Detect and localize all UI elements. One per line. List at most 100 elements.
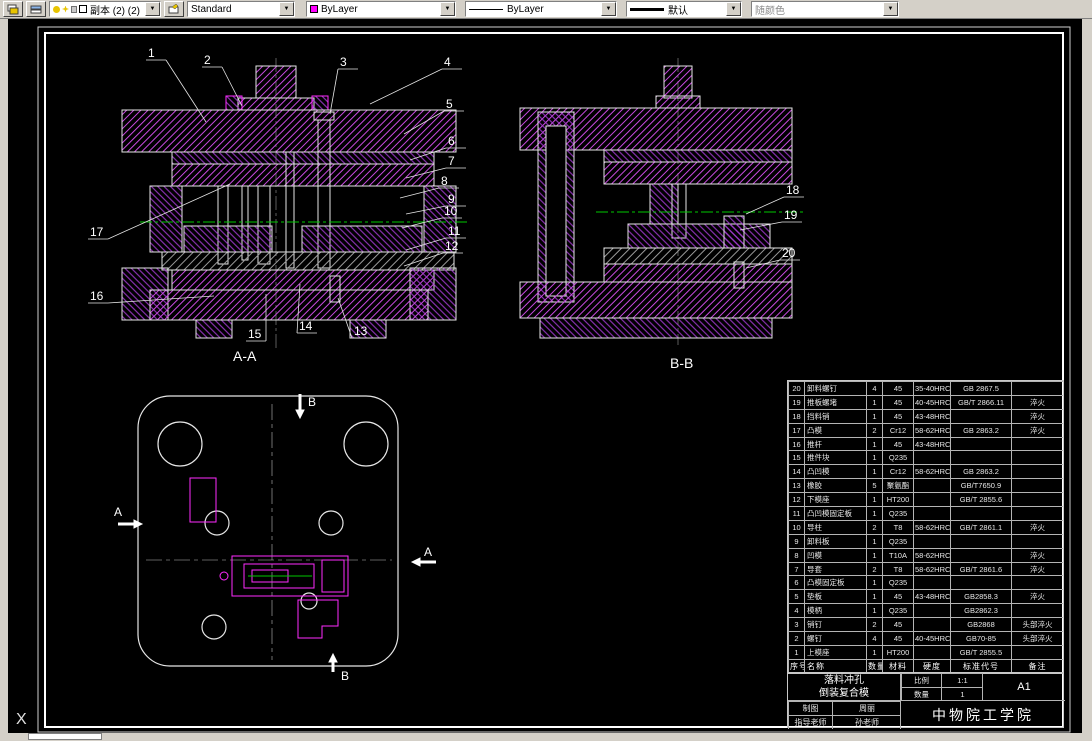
bom-cell: 推板螺堵: [804, 394, 866, 409]
bom-cell: Q235: [882, 450, 913, 465]
chevron-down-icon[interactable]: ▼: [145, 2, 160, 16]
bom-cell: HT200: [882, 492, 913, 507]
bom-cell: [1011, 478, 1063, 493]
bom-cell: 8: [788, 547, 804, 562]
bom-cell: 聚氨酯: [882, 478, 913, 493]
bom-cell: 45: [882, 408, 913, 423]
bom-header-cell: 名称: [804, 658, 866, 673]
bom-cell: 45: [882, 436, 913, 451]
current-color-swatch: [310, 5, 318, 13]
bom-cell: 2: [788, 631, 804, 645]
bom-cell: 凸模: [804, 422, 866, 437]
bom-cell: 40-45HRC: [913, 394, 950, 409]
plot-style-combo: 随颜色 ▼: [751, 1, 899, 17]
view-plan: [137, 395, 399, 667]
bom-cell: 1: [866, 450, 882, 465]
view-section-aa: [121, 58, 468, 348]
bom-cell: 1: [866, 603, 882, 618]
bom-cell: [950, 547, 1011, 562]
callout-number: 20: [782, 246, 796, 260]
layer-thaw-icon: [62, 5, 69, 13]
bom-cell: GB 2867.5: [950, 381, 1011, 395]
bom-cell: 推件块: [804, 450, 866, 465]
callout-number: 4: [444, 55, 451, 69]
chevron-down-icon[interactable]: ▼: [726, 2, 741, 16]
bom-header-cell: 序号: [788, 658, 804, 673]
bom-header-cell: 备注: [1011, 658, 1063, 673]
layer-lock-icon: [71, 5, 77, 13]
bom-cell: [913, 617, 950, 632]
bom-cell: 43-48HRC: [913, 436, 950, 451]
cad-application-window: 副本 (2) (2) ▼ Standard ▼ ByLayer ▼ ByLaye…: [0, 0, 1092, 741]
bom-header-cell: 硬度: [913, 658, 950, 673]
section-arrows: [118, 394, 436, 672]
drawing-title: 落料冲孔 倒装复合模: [788, 673, 901, 701]
bom-cell: [1011, 644, 1063, 659]
bom-cell: 58-62HRC: [913, 561, 950, 576]
bom-cell: 橡胶: [804, 478, 866, 493]
bom-cell: GB 2863.2: [950, 464, 1011, 479]
chevron-down-icon[interactable]: ▼: [279, 2, 294, 16]
text-style-combo[interactable]: Standard ▼: [187, 1, 295, 17]
make-object-layer-button[interactable]: [164, 1, 184, 17]
callout-number: 1: [148, 46, 155, 60]
bom-cell: [1011, 450, 1063, 465]
bom-cell: [1011, 492, 1063, 507]
bom-cell: 10: [788, 519, 804, 534]
command-input[interactable]: [28, 733, 102, 740]
bom-cell: 淬火: [1011, 589, 1063, 604]
section-arrow-b-bottom-label: B: [341, 669, 349, 683]
bom-cell: 4: [866, 631, 882, 645]
bom-cell: [913, 603, 950, 618]
bom-cell: [1011, 533, 1063, 548]
callout-3: 3: [329, 55, 358, 115]
drafter-value: 周丽: [832, 701, 900, 715]
bom-cell: T10A: [882, 547, 913, 562]
drawing-canvas[interactable]: A-A B-B B B A A 1 2 3 4 5 6 7 8 9 10 11 …: [8, 19, 1082, 733]
layer-properties-button[interactable]: [3, 1, 23, 17]
bom-cell: T8: [882, 519, 913, 534]
layers-icon: [7, 4, 19, 14]
bom-cell: GB/T 2861.1: [950, 519, 1011, 534]
bom-cell: [950, 436, 1011, 451]
bom-cell: 导柱: [804, 519, 866, 534]
callout-number: 13: [354, 324, 368, 338]
bom-cell: 凸凹模固定板: [804, 506, 866, 520]
chevron-down-icon[interactable]: ▼: [601, 2, 616, 16]
bom-header-cell: 材料: [882, 658, 913, 673]
chevron-down-icon[interactable]: ▼: [440, 2, 455, 16]
color-combo-value: ByLayer: [321, 3, 358, 15]
bom-cell: 卸料螺钉: [804, 381, 866, 395]
chevron-down-icon: ▼: [883, 2, 898, 16]
callout-number: 5: [446, 97, 453, 111]
bom-cell: [1011, 506, 1063, 520]
bom-cell: 2: [866, 617, 882, 632]
bom-cell: GB70-85: [950, 631, 1011, 645]
bom-cell: T8: [882, 561, 913, 576]
linetype-combo[interactable]: ByLayer ▼: [465, 1, 617, 17]
bom-cell: [913, 450, 950, 465]
layer-states-button[interactable]: [26, 1, 46, 17]
bom-cell: 1: [866, 533, 882, 548]
text-style-combo-value: Standard: [191, 3, 232, 15]
title-block: 落料冲孔 倒装复合模 比例 1:1 数量 1 A1 制图 周丽 指导老师 孙老师…: [787, 672, 1065, 729]
bom-cell: 凸模固定板: [804, 575, 866, 590]
section-arrow-a-left-label: A: [114, 505, 122, 519]
bom-cell: 头部淬火: [1011, 617, 1063, 632]
bom-cell: 5: [788, 589, 804, 604]
lineweight-combo[interactable]: 默认 ▼: [626, 1, 742, 17]
bom-cell: 58-62HRC: [913, 464, 950, 479]
callout-number: 7: [448, 154, 455, 168]
bom-cell: 1: [866, 408, 882, 423]
bom-cell: 淬火: [1011, 561, 1063, 576]
callout-number: 12: [445, 239, 459, 253]
bom-cell: 16: [788, 436, 804, 451]
bom-cell: GB 2863.2: [950, 422, 1011, 437]
color-combo[interactable]: ByLayer ▼: [306, 1, 456, 17]
bom-cell: 58-62HRC: [913, 519, 950, 534]
bom-cell: GB2868: [950, 617, 1011, 632]
layer-combo[interactable]: 副本 (2) (2) ▼: [49, 1, 161, 17]
bom-cell: 35-40HRC: [913, 381, 950, 395]
bom-cell: 15: [788, 450, 804, 465]
bom-cell: 45: [882, 394, 913, 409]
